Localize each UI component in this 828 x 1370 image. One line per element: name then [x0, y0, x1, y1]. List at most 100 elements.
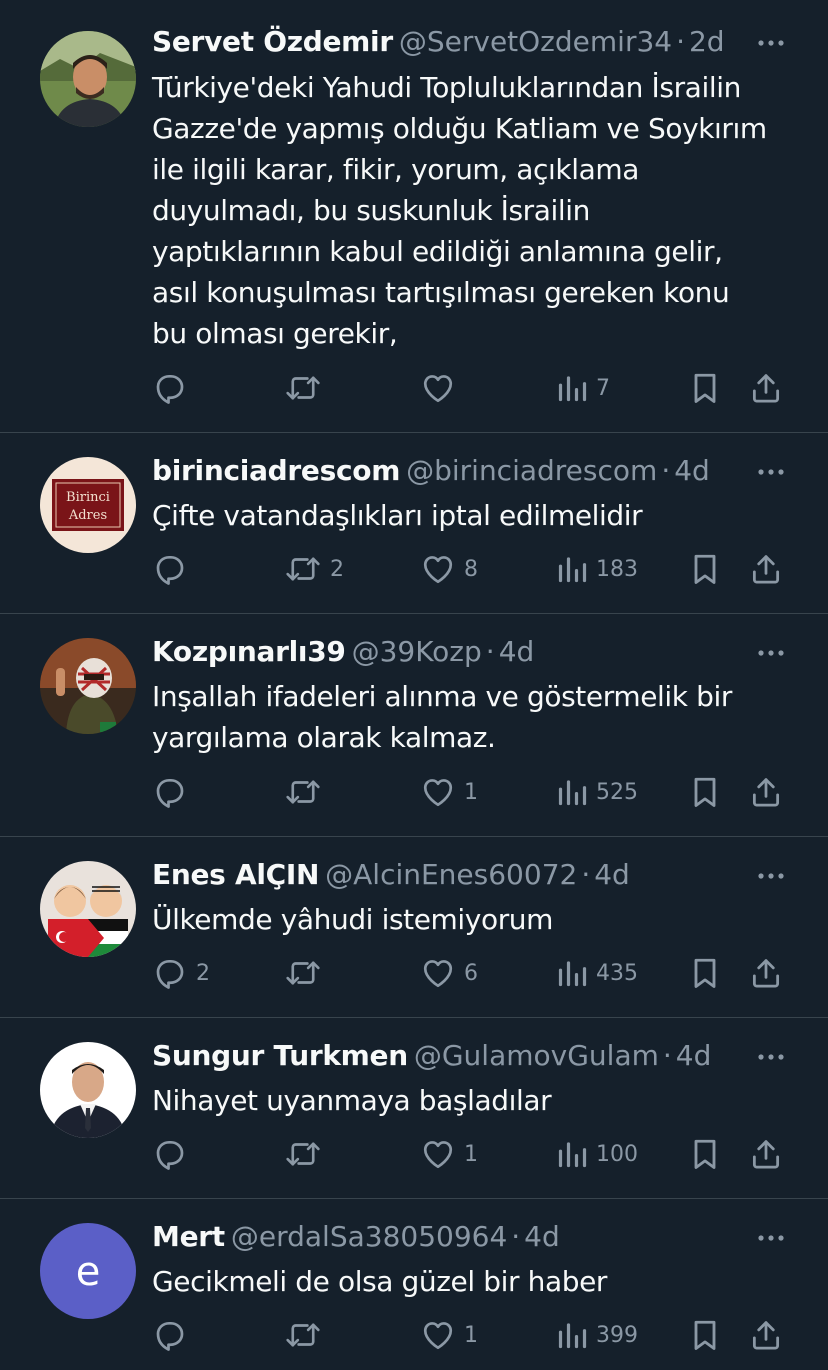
avatar[interactable]: Birinci Adres — [40, 457, 136, 553]
display-name[interactable]: Servet Özdemir — [152, 25, 393, 58]
reply-button[interactable] — [152, 366, 196, 410]
views-button[interactable]: 100 — [556, 1132, 638, 1176]
heart-icon — [420, 370, 456, 406]
views-button[interactable]: 435 — [556, 951, 638, 995]
share-button[interactable] — [750, 547, 782, 591]
tweet-header: Servet Özdemir @ServetOzdemir34 · 2d — [152, 22, 788, 62]
display-name[interactable]: Kozpınarlı39 — [152, 635, 346, 668]
timestamp[interactable]: 4d — [674, 454, 710, 487]
like-button[interactable]: 1 — [420, 1132, 478, 1176]
bookmark-button[interactable] — [690, 366, 720, 410]
share-button[interactable] — [750, 1132, 782, 1176]
reply-button[interactable] — [152, 1313, 196, 1357]
reply-button[interactable]: 2 — [152, 951, 210, 995]
views-button[interactable]: 399 — [556, 1313, 638, 1357]
user-handle[interactable]: @AlcinEnes60072 — [325, 858, 577, 891]
retweet-count: 2 — [330, 556, 344, 582]
view-count: 100 — [596, 1141, 638, 1167]
separator: · — [661, 454, 671, 487]
avatar[interactable]: e — [40, 1223, 136, 1319]
bookmark-button[interactable] — [690, 1132, 720, 1176]
more-options-icon[interactable] — [756, 1047, 786, 1067]
view-count: 435 — [596, 960, 638, 986]
bookmark-button[interactable] — [690, 547, 720, 591]
more-options-icon[interactable] — [756, 33, 786, 53]
action-bar: 2 8 183 — [0, 547, 828, 591]
bookmark-button[interactable] — [690, 1313, 720, 1357]
retweet-button[interactable]: 2 — [284, 547, 344, 591]
more-options-icon[interactable] — [756, 866, 786, 886]
heart-icon — [420, 1317, 456, 1353]
timestamp[interactable]: 4d — [524, 1220, 560, 1253]
tweet[interactable]: Servet Özdemir @ServetOzdemir34 · 2d Türkiy… — [0, 0, 828, 433]
like-button[interactable] — [420, 366, 464, 410]
tweet[interactable]: Enes AlÇIN @AlcinEnes60072 · 4d Ülkemde yâh… — [0, 837, 828, 1018]
like-button[interactable]: 8 — [420, 547, 478, 591]
tweet-text: Ülkemde yâhudi istemiyorum — [152, 899, 792, 940]
user-handle[interactable]: @GulamovGulam — [414, 1039, 659, 1072]
user-handle[interactable]: @ServetOzdemir34 — [399, 25, 672, 58]
like-button[interactable]: 6 — [420, 951, 478, 995]
reply-feed: Servet Özdemir @ServetOzdemir34 · 2d Türkiy… — [0, 0, 828, 1370]
share-button[interactable] — [750, 366, 782, 410]
avatar[interactable] — [40, 31, 136, 127]
analytics-icon — [556, 551, 588, 587]
avatar[interactable] — [40, 861, 136, 957]
views-button[interactable]: 525 — [556, 770, 638, 814]
retweet-button[interactable] — [284, 1132, 330, 1176]
like-button[interactable]: 1 — [420, 1313, 478, 1357]
bookmark-icon — [690, 774, 720, 810]
reply-icon — [152, 774, 188, 810]
more-options-icon[interactable] — [756, 1228, 786, 1248]
bookmark-button[interactable] — [690, 770, 720, 814]
avatar-letter: e — [76, 1249, 101, 1295]
like-count: 8 — [464, 556, 478, 582]
retweet-button[interactable] — [284, 366, 330, 410]
more-options-icon[interactable] — [756, 462, 786, 482]
text-line: asıl konuşulması tartışılması gereken ko… — [152, 276, 730, 309]
share-button[interactable] — [750, 1313, 782, 1357]
retweet-button[interactable] — [284, 951, 330, 995]
timestamp[interactable]: 4d — [676, 1039, 712, 1072]
tweet[interactable]: Kozpınarlı39 @39Kozp · 4d Inşallah ifadeler… — [0, 614, 828, 837]
user-handle[interactable]: @birinciadrescom — [406, 454, 657, 487]
user-handle[interactable]: @erdalSa38050964 — [231, 1220, 507, 1253]
tweet[interactable]: Birinci Adres birinciadrescom @birinciadr… — [0, 433, 828, 614]
reply-button[interactable] — [152, 1132, 196, 1176]
view-count: 7 — [596, 375, 610, 401]
share-button[interactable] — [750, 951, 782, 995]
timestamp[interactable]: 4d — [594, 858, 630, 891]
user-handle[interactable]: @39Kozp — [352, 635, 482, 668]
share-icon — [750, 370, 782, 406]
reply-button[interactable] — [152, 547, 196, 591]
timestamp[interactable]: 4d — [499, 635, 535, 668]
retweet-button[interactable] — [284, 1313, 330, 1357]
display-name[interactable]: birinciadrescom — [152, 454, 400, 487]
more-options-icon[interactable] — [756, 643, 786, 663]
display-name[interactable]: Sungur Turkmen — [152, 1039, 408, 1072]
tweet-header: Kozpınarlı39 @39Kozp · 4d — [152, 632, 788, 672]
avatar[interactable] — [40, 1042, 136, 1138]
views-button[interactable]: 183 — [556, 547, 638, 591]
text-line: ile ilgili karar, fikir, yorum, açıklama — [152, 153, 640, 186]
display-name[interactable]: Mert — [152, 1220, 225, 1253]
timestamp[interactable]: 2d — [689, 25, 725, 58]
views-button[interactable]: 7 — [556, 366, 610, 410]
bookmark-icon — [690, 955, 720, 991]
retweet-button[interactable] — [284, 770, 330, 814]
share-button[interactable] — [750, 770, 782, 814]
retweet-icon — [284, 955, 322, 991]
reply-button[interactable] — [152, 770, 196, 814]
like-button[interactable]: 1 — [420, 770, 478, 814]
display-name[interactable]: Enes AlÇIN — [152, 858, 319, 891]
bookmark-button[interactable] — [690, 951, 720, 995]
avatar[interactable] — [40, 638, 136, 734]
retweet-icon — [284, 774, 322, 810]
retweet-icon — [284, 551, 322, 587]
tweet[interactable]: e Mert @erdalSa38050964 · 4d Gecikmeli de o… — [0, 1199, 828, 1370]
bookmark-icon — [690, 551, 720, 587]
tweet[interactable]: Sungur Turkmen @GulamovGulam · 4d Nihayet u… — [0, 1018, 828, 1199]
reply-icon — [152, 1136, 188, 1172]
separator: · — [676, 25, 685, 58]
like-count: 1 — [464, 1322, 478, 1348]
